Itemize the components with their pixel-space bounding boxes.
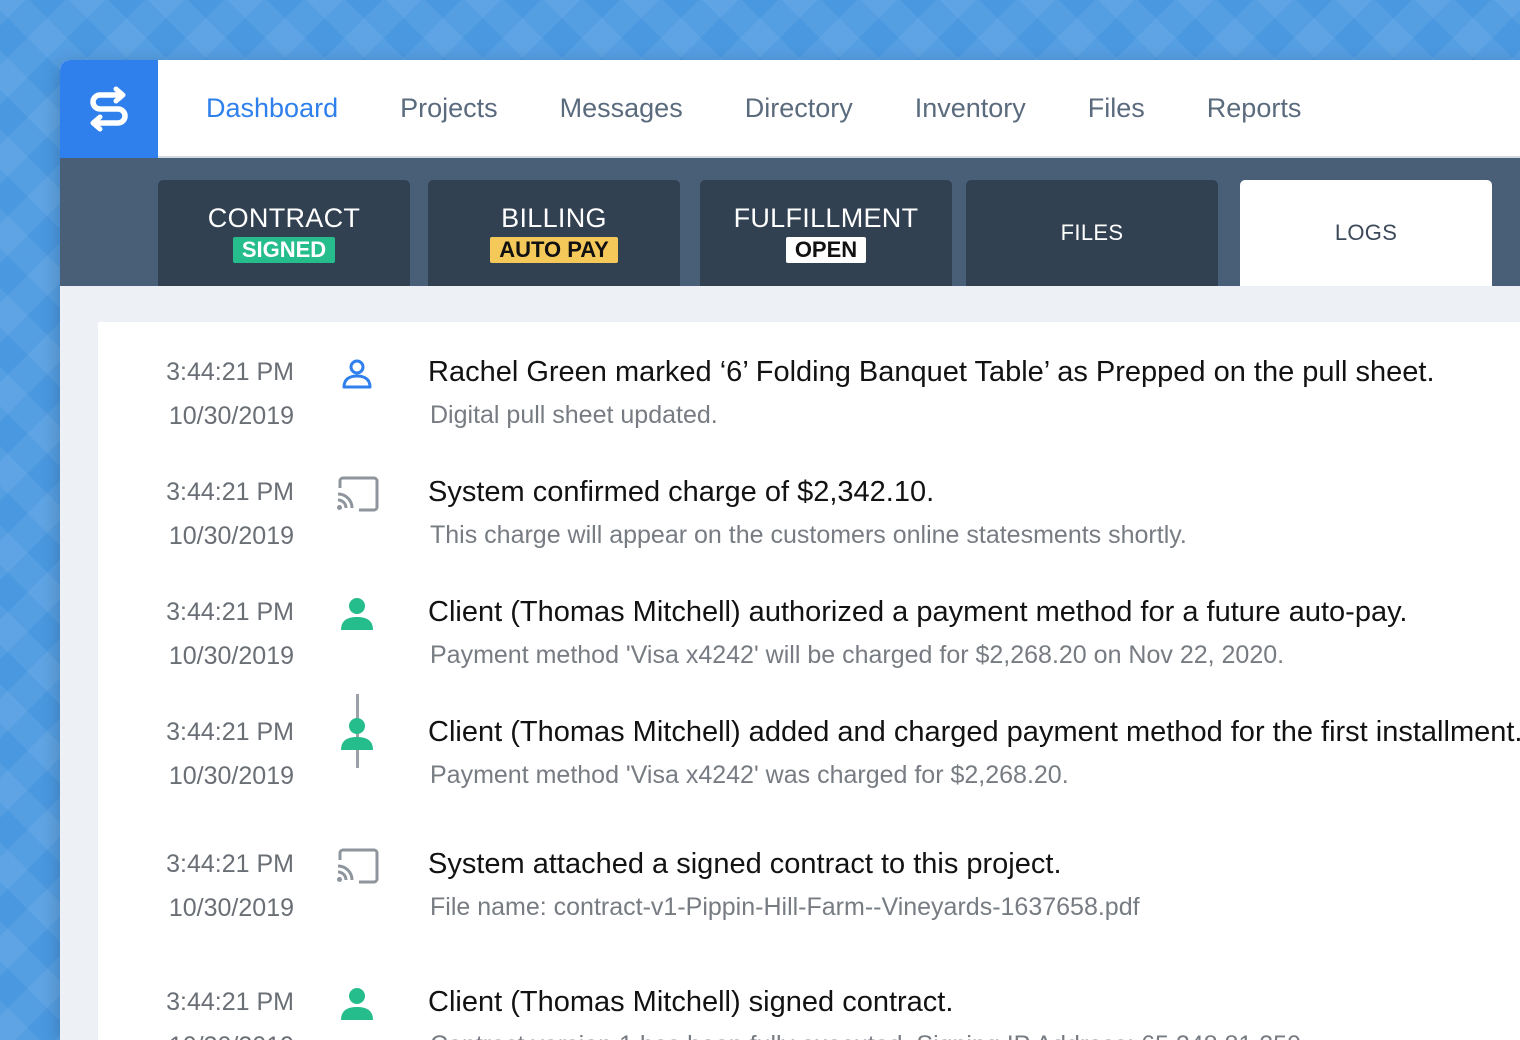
nav-dashboard[interactable]: Dashboard: [206, 93, 338, 124]
log-date: 10/30/2019: [168, 402, 294, 430]
tab-billing-label: BILLING: [501, 203, 607, 233]
log-time: 3:44:21 PM: [166, 718, 294, 746]
user-filled-icon: [334, 596, 380, 632]
log-entry: 3:44:21 PM 10/30/2019 Client (Thomas Mit…: [98, 590, 1520, 700]
log-timestamp: 3:44:21 PM 10/30/2019: [166, 590, 294, 678]
log-entry: 3:44:21 PM 10/30/2019 System confirmed c…: [98, 470, 1520, 580]
cast-icon: [334, 848, 380, 884]
user-filled-icon: [334, 716, 380, 752]
nav-reports[interactable]: Reports: [1207, 93, 1302, 124]
log-date: 10/30/2019: [168, 894, 294, 922]
log-entry: 3:44:21 PM 10/30/2019 Client (Thomas Mit…: [98, 980, 1520, 1040]
log-timestamp: 3:44:21 PM 10/30/2019: [166, 350, 294, 438]
log-title: Client (Thomas Mitchell) added and charg…: [428, 716, 1520, 748]
tab-logs-label: LOGS: [1334, 220, 1398, 245]
log-entry: 3:44:21 PM 10/30/2019 Client (Thomas Mit…: [98, 710, 1520, 820]
log-description: Digital pull sheet updated.: [430, 401, 718, 429]
tab-files-label: FILES: [1060, 220, 1124, 245]
log-date: 10/30/2019: [168, 522, 294, 550]
tab-contract-label: CONTRACT: [207, 203, 361, 233]
log-title: Client (Thomas Mitchell) signed contract…: [428, 986, 954, 1018]
log-date: 10/30/2019: [168, 642, 294, 670]
app-window: Dashboard Projects Messages Directory In…: [60, 60, 1520, 1040]
tab-fulfillment[interactable]: FULFILLMENT OPEN: [700, 180, 952, 286]
tab-billing[interactable]: BILLING AUTO PAY: [428, 180, 680, 286]
log-timestamp: 3:44:21 PM 10/30/2019: [166, 980, 294, 1040]
nav-inventory[interactable]: Inventory: [915, 93, 1026, 124]
nav-directory[interactable]: Directory: [745, 93, 853, 124]
s-arrows-logo-icon: [90, 86, 128, 132]
log-description: This charge will appear on the customers…: [430, 521, 1187, 549]
log-title: Client (Thomas Mitchell) authorized a pa…: [428, 596, 1408, 628]
log-time: 3:44:21 PM: [166, 850, 294, 878]
user-filled-icon: [334, 986, 380, 1022]
log-date: 10/30/2019: [166, 1024, 294, 1040]
log-time: 3:44:21 PM: [166, 988, 294, 1016]
log-timestamp: 3:44:21 PM 10/30/2019: [166, 470, 294, 558]
nav-links: Dashboard Projects Messages Directory In…: [158, 60, 1315, 156]
log-description: File name: contract-v1-Pippin-Hill-Farm-…: [430, 893, 1140, 921]
log-title: Rachel Green marked ‘6’ Folding Banquet …: [428, 356, 1435, 388]
fulfillment-status-badge: OPEN: [785, 237, 867, 263]
nav-files[interactable]: Files: [1088, 93, 1145, 124]
log-title: System attached a signed contract to thi…: [428, 848, 1062, 880]
log-title: System confirmed charge of $2,342.10.: [428, 476, 935, 508]
cast-icon: [334, 476, 380, 512]
log-time: 3:44:21 PM: [166, 478, 294, 506]
app-logo[interactable]: [60, 60, 158, 158]
contract-status-badge: SIGNED: [232, 237, 336, 263]
log-description: Contract version 1 has been fully execut…: [430, 1028, 1301, 1040]
billing-status-badge: AUTO PAY: [490, 237, 618, 263]
top-navigation: Dashboard Projects Messages Directory In…: [60, 60, 1520, 158]
log-timestamp: 3:44:21 PM 10/30/2019: [166, 842, 294, 930]
tab-contract[interactable]: CONTRACT SIGNED: [158, 180, 410, 286]
log-date: 10/30/2019: [168, 762, 294, 790]
logs-panel: 3:44:21 PM 10/30/2019 Rachel Green marke…: [98, 322, 1520, 1040]
log-entry: 3:44:21 PM 10/30/2019 Rachel Green marke…: [98, 350, 1520, 460]
tab-files[interactable]: FILES: [966, 180, 1218, 286]
tab-logs[interactable]: LOGS: [1240, 180, 1492, 286]
log-description: Payment method 'Visa x4242' will be char…: [430, 641, 1285, 669]
nav-projects[interactable]: Projects: [400, 93, 498, 124]
log-time: 3:44:21 PM: [166, 358, 294, 386]
log-entry: 3:44:21 PM 10/30/2019 System attached a …: [98, 842, 1520, 952]
log-description: Payment method 'Visa x4242' was charged …: [430, 761, 1069, 789]
project-status-tabs: CONTRACT SIGNED BILLING AUTO PAY FULFILL…: [60, 158, 1520, 286]
user-outline-icon: [334, 356, 380, 392]
nav-messages[interactable]: Messages: [560, 93, 683, 124]
tab-fulfillment-label: FULFILLMENT: [733, 203, 919, 233]
log-timestamp: 3:44:21 PM 10/30/2019: [166, 710, 294, 798]
log-time: 3:44:21 PM: [166, 598, 294, 626]
